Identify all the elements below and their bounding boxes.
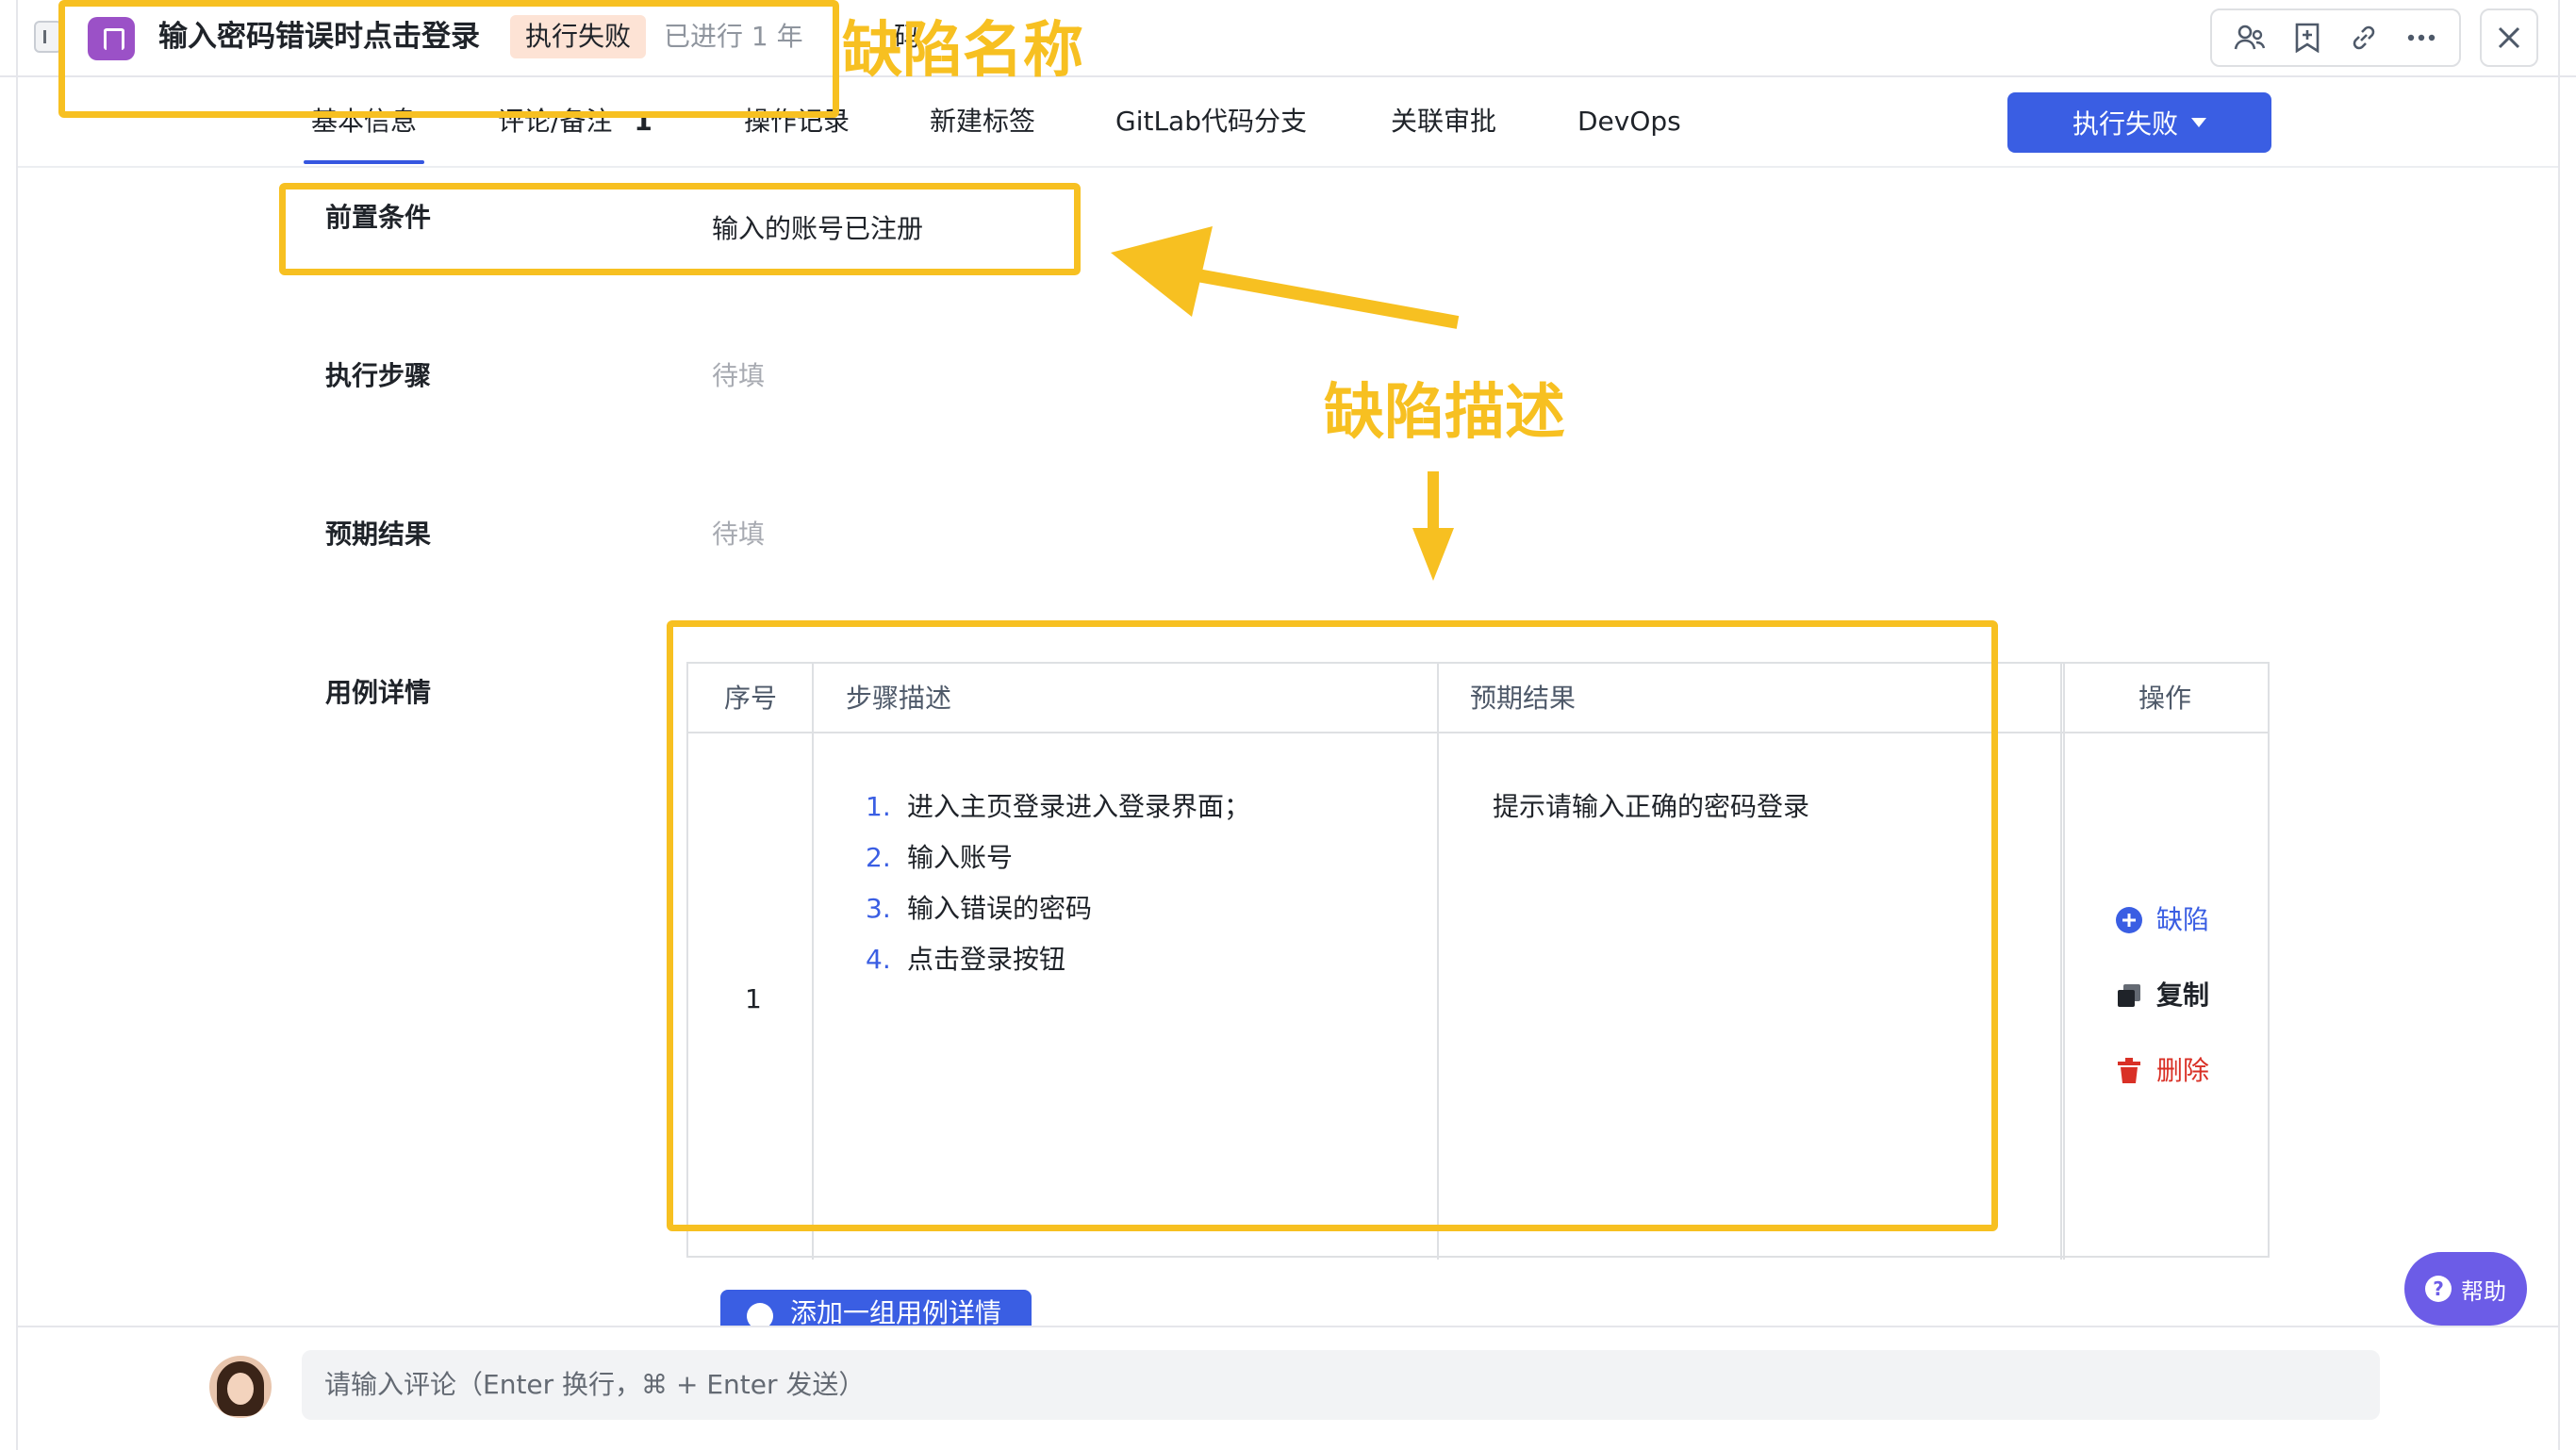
annotation-arrow-down: [1412, 471, 1454, 581]
copy-icon: [2118, 984, 2140, 1007]
add-defect-label: 缺陷: [2156, 904, 2210, 935]
caret-down-icon: [2191, 118, 2206, 127]
case-details-label: 用例详情: [325, 677, 432, 708]
help-label: 帮助: [2461, 1277, 2506, 1305]
annotation-defect-name: 缺陷名称: [842, 16, 1083, 86]
tab-bar-divider: [18, 166, 2558, 168]
execution-status-label: 执行失败: [2072, 108, 2178, 140]
tab-related-approval[interactable]: 关联审批: [1391, 102, 1496, 141]
expected-value[interactable]: 待填: [712, 515, 765, 554]
annotation-defect-desc: 缺陷描述: [1324, 378, 1565, 448]
more-icon[interactable]: [2401, 17, 2442, 58]
plus-circle-icon: [2116, 907, 2142, 933]
comment-input[interactable]: 请输入评论（Enter 换行，⌘ + Enter 发送）: [302, 1350, 2380, 1420]
table-column-divider: [2060, 664, 2062, 1260]
members-icon[interactable]: [2229, 17, 2271, 58]
delete-button[interactable]: 删除: [2115, 1052, 2209, 1090]
table-column-divider: [2063, 664, 2065, 1260]
tab-new-tag[interactable]: 新建标签: [930, 102, 1035, 141]
annotation-box-precondition: [279, 183, 1081, 275]
add-case-group-button[interactable]: 添加一组用例详情: [720, 1290, 1032, 1327]
header-actions: [2210, 8, 2461, 67]
question-icon: ?: [2425, 1276, 2452, 1302]
bookmark-add-icon[interactable]: [2287, 17, 2328, 58]
tab-gitlab-branch[interactable]: GitLab代码分支: [1115, 102, 1307, 141]
tab-devops[interactable]: DevOps: [1577, 102, 1681, 141]
steps-value[interactable]: 待填: [712, 356, 765, 396]
delete-label: 删除: [2156, 1055, 2210, 1086]
annotation-box-table: [667, 620, 1998, 1231]
expected-label: 预期结果: [325, 519, 432, 550]
user-avatar[interactable]: [209, 1356, 272, 1418]
copy-button[interactable]: 复制: [2115, 977, 2209, 1014]
copy-label: 复制: [2156, 980, 2210, 1011]
steps-label: 执行步骤: [325, 360, 432, 391]
trash-icon: [2118, 1058, 2140, 1083]
annotation-box-title: [58, 0, 839, 118]
execution-status-dropdown[interactable]: 执行失败: [2007, 92, 2271, 153]
header-actions: 操作: [2138, 683, 2192, 714]
annotation-arrow-left: [1111, 226, 1460, 329]
active-tab-indicator: [304, 160, 424, 164]
help-button[interactable]: ? 帮助: [2404, 1252, 2527, 1326]
link-icon[interactable]: [2343, 17, 2385, 58]
close-icon[interactable]: [2480, 8, 2538, 67]
add-defect-button[interactable]: 缺陷: [2115, 901, 2209, 939]
